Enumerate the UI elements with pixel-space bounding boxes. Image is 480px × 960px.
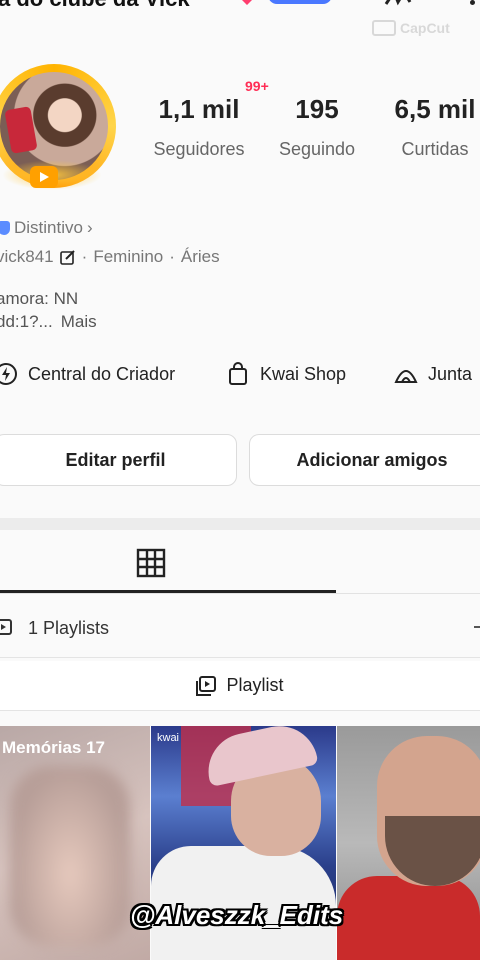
playlists-count-label: 1 Playlists (28, 618, 110, 638)
badge-label: Distintivo (14, 218, 83, 237)
bio-more-link[interactable]: Mais (61, 312, 97, 331)
shortcut-label: Junta (428, 363, 473, 384)
top-bar: a do clube da Vick (0, 0, 480, 20)
tent-icon (394, 370, 418, 383)
bio-line-2: dd:1?... Mais (0, 312, 97, 332)
grid-icon[interactable] (136, 548, 166, 578)
shield-icon (0, 221, 10, 235)
thumbnail-image (10, 766, 130, 946)
separator-dot: · (81, 247, 88, 266)
level-pill (268, 0, 332, 4)
shortcut-label: Central do Criador (28, 363, 176, 384)
tab-bar-rule (0, 593, 480, 594)
playlist-item[interactable]: Playlist (0, 661, 480, 711)
shortcut-kwai-shop[interactable]: Kwai Shop (226, 362, 346, 386)
edit-pencil-icon[interactable] (59, 249, 76, 265)
playlists-row[interactable]: 1 Playlists (0, 596, 480, 658)
zodiac-sign: Áries (180, 247, 220, 266)
shortcut-join[interactable]: Junta (394, 362, 472, 386)
likes-count: 6,5 mil (394, 94, 476, 124)
profile-title: a do clube da Vick (0, 0, 190, 12)
kwai-logo: kwai (157, 732, 180, 744)
phone-in-photo (4, 106, 38, 154)
signature-icon[interactable] (384, 0, 416, 8)
followers-count: 1,1 mil (158, 94, 240, 124)
profile-page: a do clube da Vick CapCut 99+ 1,1 mil Se… (0, 0, 480, 960)
gender: Feminino (93, 247, 164, 266)
bio-line-2-text: dd:1?... (0, 312, 53, 331)
likes-label: Curtidas (401, 139, 469, 159)
collapse-icon[interactable] (474, 626, 480, 628)
notification-badge: 99+ (245, 78, 269, 94)
capcut-watermark: CapCut (372, 20, 450, 36)
playlist-label: Playlist (226, 675, 284, 695)
user-info-line: vick841 · Feminino · Áries (0, 247, 220, 267)
live-play-badge-icon (30, 166, 58, 188)
thumbnail-shirt (337, 876, 480, 960)
following-label: Seguindo (278, 139, 356, 159)
shortcut-label: Kwai Shop (260, 363, 347, 384)
badge-link[interactable]: Distintivo › (0, 218, 93, 238)
stat-following[interactable]: 195 Seguindo (274, 94, 360, 160)
lightning-icon (0, 363, 17, 385)
heart-icon (242, 0, 252, 5)
thumbnail-caption: Memórias 17 (2, 738, 105, 757)
content-tab-bar (0, 530, 480, 594)
shopping-bag-icon (229, 362, 247, 385)
username: vick841 (0, 247, 54, 266)
followers-label: Seguidores (153, 139, 245, 159)
chevron-right-icon: › (86, 218, 93, 237)
avatar[interactable] (0, 64, 116, 190)
shortcut-creator-center[interactable]: Central do Criador (0, 362, 175, 386)
video-thumbnail[interactable] (337, 726, 480, 960)
edit-profile-button[interactable]: Editar perfil (0, 434, 237, 486)
bio-line-1: amora: NN (0, 289, 79, 308)
playlist-icon (196, 675, 217, 696)
stat-likes[interactable]: 6,5 mil Curtidas (390, 94, 480, 160)
following-count: 195 (295, 94, 339, 124)
add-friends-button[interactable]: Adicionar amigos (249, 434, 480, 486)
playlist-icon (0, 619, 12, 635)
stat-followers[interactable]: 1,1 mil Seguidores (148, 94, 250, 160)
separator-dot: · (169, 247, 175, 266)
edit-watermark: @Alveszzk_Edits (130, 900, 344, 930)
more-icon[interactable] (470, 0, 475, 5)
video-thumbnail[interactable]: Memórias 17 (0, 726, 150, 960)
capcut-icon (372, 20, 396, 36)
capcut-text: CapCut (400, 20, 450, 36)
section-divider (0, 518, 480, 530)
